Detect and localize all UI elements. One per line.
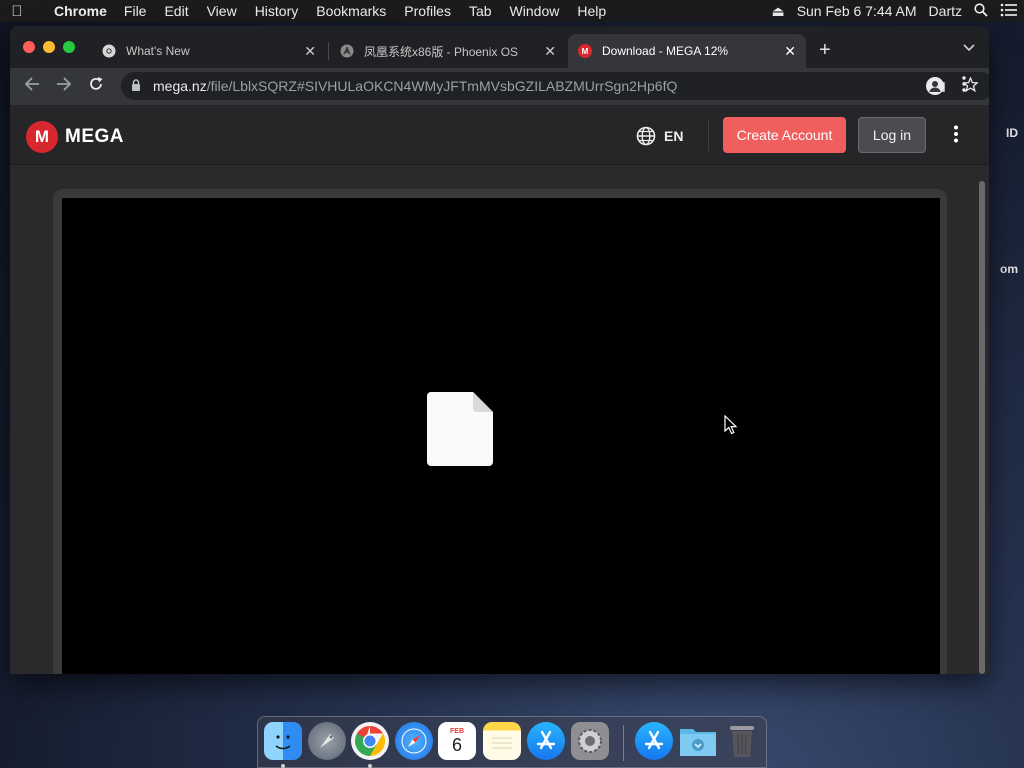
forward-arrow-icon[interactable] (48, 77, 80, 96)
calendar-icon[interactable]: FEB 6 (438, 722, 476, 760)
control-center-icon[interactable] (1000, 3, 1018, 20)
reload-icon[interactable] (80, 76, 112, 97)
menu-edit[interactable]: Edit (164, 3, 188, 19)
tab-title: 凤凰系统x86版 - Phoenix OS (364, 44, 519, 59)
url-host: mega.nz (153, 78, 207, 94)
back-arrow-icon[interactable] (16, 77, 48, 96)
chrome-menu-kebab-icon[interactable] (962, 76, 966, 97)
mega-logo-mark: M (26, 121, 58, 153)
calendar-month: FEB (450, 727, 464, 735)
downloads-folder-icon[interactable] (679, 722, 717, 760)
menu-bookmarks[interactable]: Bookmarks (316, 3, 386, 19)
page-scrollbar[interactable] (979, 181, 985, 674)
new-tab-plus-icon[interactable]: + (819, 39, 831, 62)
tab-strip: What's New ✕ 凤凰系统x86版 - Phoenix OS ✕ M D… (10, 26, 989, 68)
url-path: /file/LblxSQRZ#SIVHULaOKCN4WMyJFTmMVsbGZ… (206, 78, 678, 94)
file-preview-area (62, 198, 940, 674)
spotlight-search-icon[interactable] (974, 2, 988, 20)
globe-icon (636, 126, 656, 146)
menu-file[interactable]: File (124, 3, 147, 19)
language-selector[interactable]: EN (636, 126, 683, 146)
eject-icon[interactable]: ⏏ (771, 3, 784, 20)
header-divider (708, 119, 709, 151)
tab-title: Download - MEGA 12% (602, 44, 729, 58)
tab-phoenix-os[interactable]: 凤凰系统x86版 - Phoenix OS ✕ (330, 34, 566, 68)
mega-favicon-glyph: M (581, 46, 589, 56)
app-store-icon[interactable] (527, 722, 565, 760)
zoom-window-button[interactable] (63, 41, 75, 53)
menubar-user[interactable]: Dartz (929, 3, 962, 19)
close-tab-icon[interactable]: ✕ (544, 43, 556, 60)
desktop-label-fragment: ID (1006, 126, 1018, 140)
close-window-button[interactable] (23, 41, 35, 53)
address-bar[interactable]: mega.nz/file/LblxSQRZ#SIVHULaOKCN4WMyJFT… (121, 72, 989, 100)
lock-icon[interactable] (131, 78, 145, 94)
phoenix-os-favicon-icon (340, 44, 354, 58)
dock-separator (623, 725, 624, 761)
create-account-button[interactable]: Create Account (723, 117, 846, 153)
mouse-cursor-icon (724, 415, 738, 435)
menu-app-name[interactable]: Chrome (54, 3, 107, 19)
menu-view[interactable]: View (207, 3, 237, 19)
menu-window[interactable]: Window (510, 3, 560, 19)
macos-menu-bar:  Chrome File Edit View History Bookmark… (0, 0, 1024, 22)
finder-icon[interactable] (264, 722, 302, 760)
trash-icon[interactable] (723, 722, 761, 760)
tab-whats-new[interactable]: What's New ✕ (92, 34, 326, 68)
mega-logo[interactable]: M MEGA (26, 121, 124, 153)
mega-menu-kebab-icon[interactable] (954, 125, 958, 148)
menu-tab[interactable]: Tab (469, 3, 492, 19)
macos-dock: FEB 6 (257, 716, 767, 768)
tab-title: What's New (126, 44, 190, 58)
mega-favicon-icon: M (578, 44, 592, 58)
menu-profiles[interactable]: Profiles (404, 3, 451, 19)
browser-toolbar: mega.nz/file/LblxSQRZ#SIVHULaOKCN4WMyJFT… (10, 68, 989, 105)
close-tab-icon[interactable]: ✕ (784, 43, 796, 60)
menu-history[interactable]: History (255, 3, 299, 19)
chrome-icon[interactable] (351, 722, 389, 760)
profile-avatar-icon[interactable] (926, 77, 944, 95)
system-preferences-icon[interactable] (571, 722, 609, 760)
menu-help[interactable]: Help (577, 3, 606, 19)
minimize-window-button[interactable] (43, 41, 55, 53)
close-tab-icon[interactable]: ✕ (304, 43, 316, 60)
app-store-downloads-icon[interactable] (635, 722, 673, 760)
tab-separator (328, 42, 329, 60)
menubar-clock[interactable]: Sun Feb 6 7:44 AM (797, 3, 917, 19)
calendar-day: 6 (451, 734, 462, 755)
safari-icon[interactable] (395, 722, 433, 760)
desktop-label-fragment: om (1000, 262, 1018, 276)
apple-menu-icon[interactable]:  (0, 3, 34, 20)
mega-logo-text: MEGA (65, 126, 124, 147)
login-button[interactable]: Log in (858, 117, 926, 153)
running-indicator (281, 764, 285, 768)
tab-search-chevron-icon[interactable] (963, 41, 975, 55)
mega-page: M MEGA EN Create Account Log in (10, 105, 989, 674)
generic-file-icon (427, 392, 493, 466)
language-code: EN (664, 128, 684, 144)
running-indicator (368, 764, 372, 768)
notes-icon[interactable] (483, 722, 521, 760)
tab-mega-download[interactable]: M Download - MEGA 12% ✕ (568, 34, 806, 68)
chrome-window: What's New ✕ 凤凰系统x86版 - Phoenix OS ✕ M D… (10, 26, 989, 674)
launchpad-icon[interactable] (308, 722, 346, 760)
mega-header: M MEGA EN Create Account Log in (10, 105, 989, 165)
chrome-favicon-icon (102, 44, 116, 58)
